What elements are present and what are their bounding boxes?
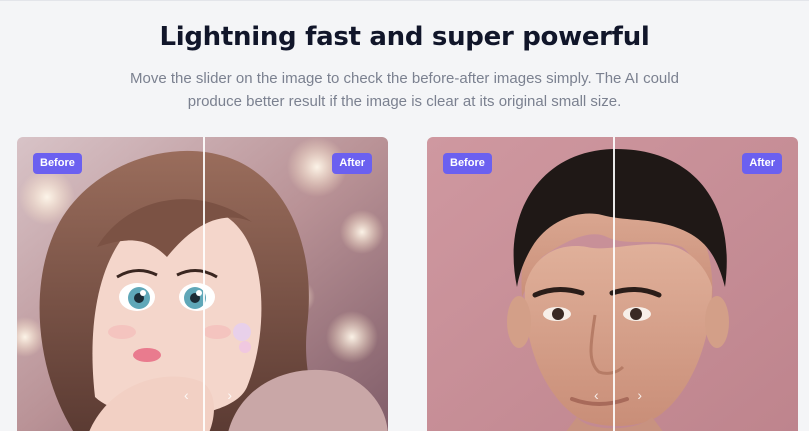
chevron-right-icon: ›	[637, 387, 642, 403]
before-after-slider-anime[interactable]: ‹ › Before After	[17, 137, 388, 431]
slider-handle[interactable]: ‹ ›	[594, 386, 642, 404]
chevron-left-icon: ‹	[184, 387, 189, 403]
slider-handle[interactable]: ‹ ›	[184, 386, 232, 404]
before-badge: Before	[33, 153, 82, 174]
section-subtitle: Move the slider on the image to check th…	[130, 70, 679, 110]
chevron-right-icon: ›	[227, 387, 232, 403]
section-title: Lightning fast and super powerful	[159, 22, 650, 52]
before-after-slider-portrait[interactable]: ‹ › Before After	[427, 137, 798, 431]
top-divider	[0, 0, 809, 1]
chevron-left-icon: ‹	[594, 387, 599, 403]
before-badge: Before	[443, 153, 492, 174]
after-badge: After	[742, 153, 782, 174]
after-badge: After	[332, 153, 372, 174]
